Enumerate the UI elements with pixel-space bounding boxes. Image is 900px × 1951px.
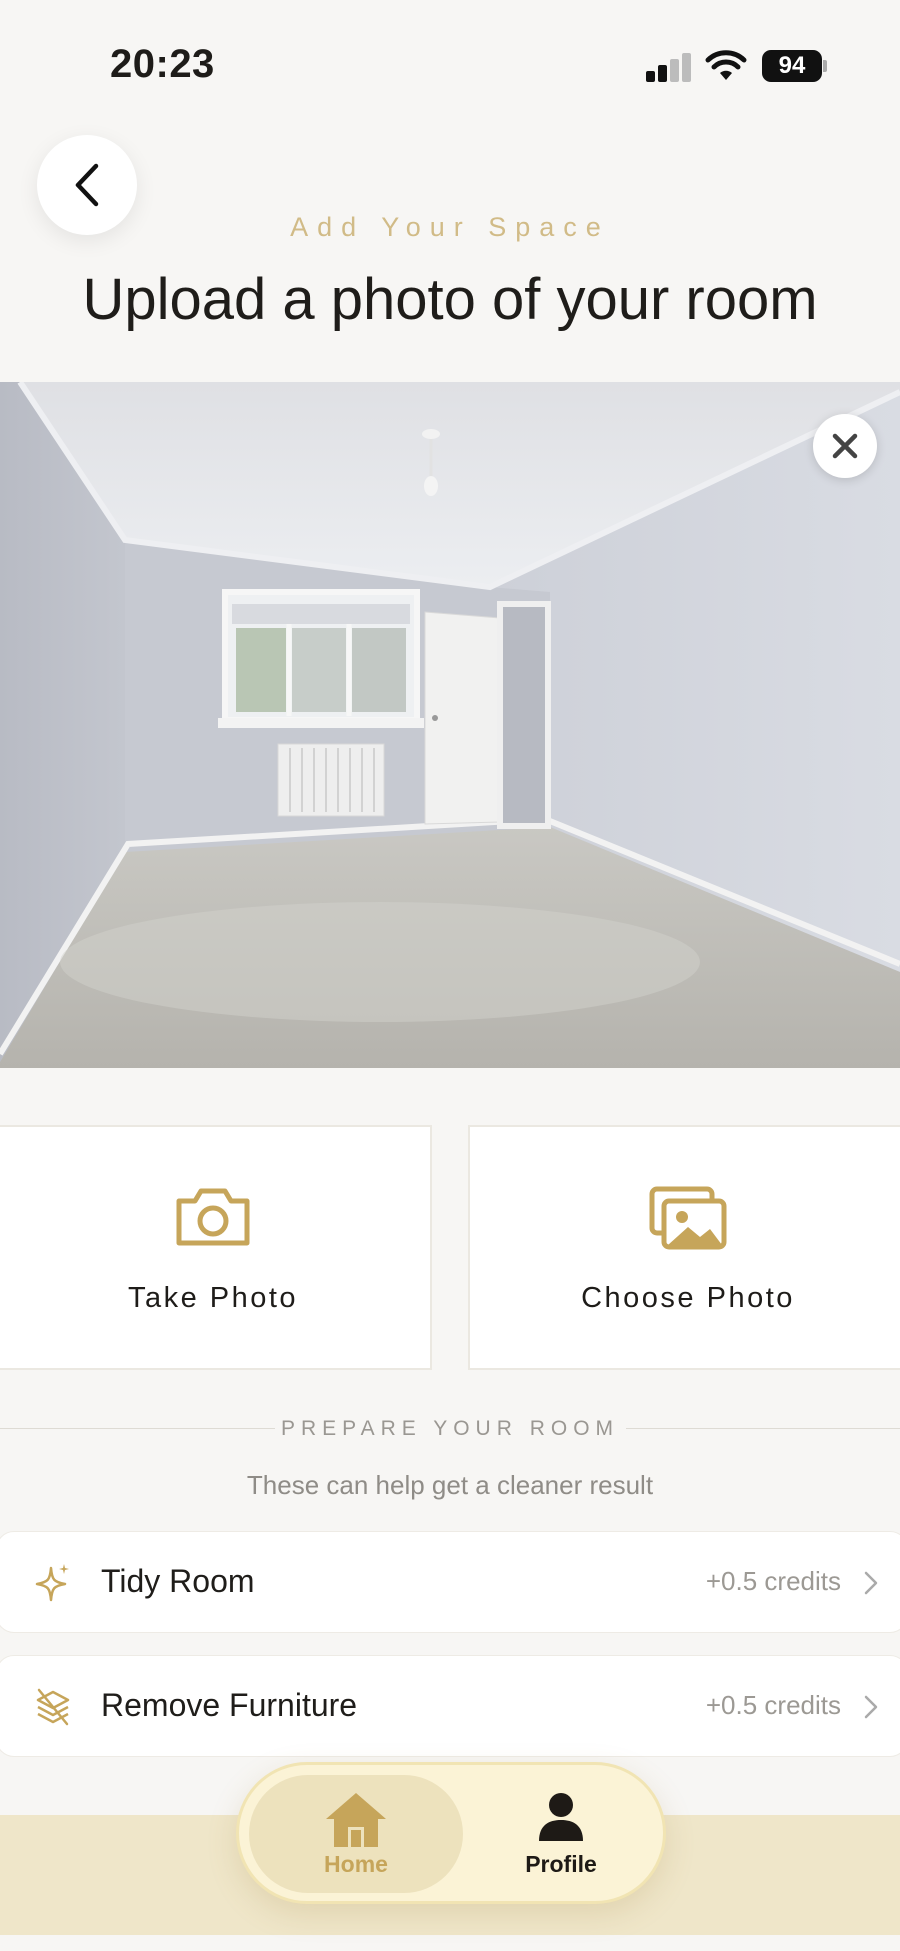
room-photo <box>0 382 900 1068</box>
remove-furniture-label: Remove Furniture <box>101 1687 358 1723</box>
camera-icon <box>176 1188 250 1246</box>
take-photo-button[interactable]: Take Photo <box>0 1125 432 1370</box>
tab-profile[interactable]: Profile <box>463 1765 659 1901</box>
room-photo-image <box>0 382 900 1068</box>
chevron-left-icon <box>75 163 99 207</box>
tab-home-label: Home <box>324 1851 388 1877</box>
remove-furniture-credits: +0.5 credits <box>705 1690 841 1720</box>
gallery-icon <box>649 1186 727 1250</box>
battery-tip <box>823 60 827 72</box>
tab-bar: Home Profile <box>236 1762 666 1904</box>
close-icon <box>832 433 858 459</box>
status-bar: 20:23 94 <box>0 0 900 130</box>
section-eyebrow: Add Your Space <box>290 212 610 242</box>
tidy-room-option[interactable]: Tidy Room +0.5 credits <box>0 1531 900 1633</box>
take-photo-label: Take Photo <box>127 1282 299 1314</box>
chevron-right-icon <box>864 1695 878 1719</box>
tab-profile-label: Profile <box>525 1851 597 1877</box>
home-icon <box>326 1793 386 1847</box>
layers-strike-icon <box>36 1688 70 1726</box>
remove-photo-button[interactable] <box>813 414 877 478</box>
tidy-room-label: Tidy Room <box>101 1563 255 1599</box>
prepare-heading: PREPARE YOUR ROOM <box>280 1417 620 1440</box>
remove-furniture-option[interactable]: Remove Furniture +0.5 credits <box>0 1655 900 1757</box>
page-title: Upload a photo of your room <box>82 267 818 332</box>
prepare-subtitle: These can help get a cleaner result <box>246 1470 654 1500</box>
tab-home[interactable]: Home <box>249 1765 463 1901</box>
battery-indicator: 94 <box>762 50 822 82</box>
status-time: 20:23 <box>110 42 215 86</box>
wifi-icon <box>705 50 747 80</box>
cellular-signal-icon <box>646 52 692 82</box>
tidy-room-credits: +0.5 credits <box>705 1566 841 1596</box>
choose-photo-button[interactable]: Choose Photo <box>468 1125 900 1370</box>
chevron-right-icon <box>864 1571 878 1595</box>
sparkle-icon <box>35 1564 69 1602</box>
person-icon <box>539 1793 583 1841</box>
choose-photo-label: Choose Photo <box>581 1282 795 1314</box>
